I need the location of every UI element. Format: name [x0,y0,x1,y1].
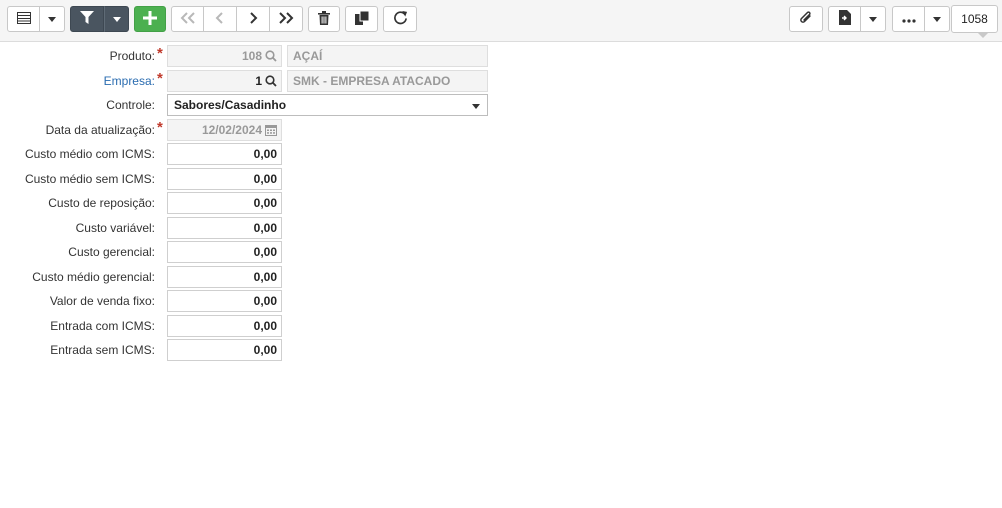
report-icon [838,10,851,28]
cost-row: Entrada sem ICMS: 0,00 [0,339,1002,361]
cost-row: Custo médio gerencial: 0,00 [0,266,1002,288]
copy-button[interactable] [345,6,378,32]
controle-row: Controle: Sabores/Casadinho [0,94,1002,116]
cost-label: Entrada sem ICMS: [50,343,155,357]
cost-label: Custo variável: [75,221,155,235]
grid-view-dropdown[interactable] [40,6,65,32]
cost-input[interactable]: 0,00 [167,339,282,361]
paperclip-icon [799,10,813,28]
filter-dropdown[interactable] [104,6,129,32]
cost-input[interactable]: 0,00 [167,315,282,337]
cost-row: Entrada com ICMS: 0,00 [0,315,1002,337]
first-record-button[interactable] [171,6,204,32]
record-count-badge: 1058 [951,5,998,38]
required-marker: * [157,45,163,62]
refresh-icon [393,10,408,28]
cost-label: Custo médio com ICMS: [24,147,155,161]
calendar-icon[interactable] [265,124,277,136]
chevron-down-icon [48,16,56,22]
controle-value: Sabores/Casadinho [174,98,287,112]
empresa-code-field[interactable]: 1 [167,70,282,92]
required-marker: * [157,70,163,87]
plus-icon [143,10,157,28]
cost-row: Custo médio sem ICMS: 0,00 [0,168,1002,190]
cost-label: Custo médio gerencial: [32,270,155,284]
next-icon [248,11,258,27]
controle-select[interactable]: Sabores/Casadinho [167,94,488,116]
first-icon [180,11,196,27]
cost-label: Custo gerencial: [68,245,155,259]
cost-label: Valor de venda fixo: [49,294,155,308]
empresa-description-field: SMK - EMPRESA ATACADO [287,70,488,92]
copy-icon [354,10,369,28]
report-button[interactable] [828,6,861,32]
produto-description-field: AÇAÍ [287,45,488,67]
required-marker: * [157,119,163,136]
cost-row: Custo variável: 0,00 [0,217,1002,239]
produto-row: Produto: * 108 AÇAÍ [0,45,1002,67]
delete-button[interactable] [308,6,340,32]
grid-icon [16,11,31,27]
report-dropdown[interactable] [861,6,886,32]
next-record-button[interactable] [237,6,270,32]
refresh-button[interactable] [383,6,417,32]
prev-icon [215,11,225,27]
search-icon[interactable] [265,75,277,87]
cost-input[interactable]: 0,00 [167,168,282,190]
grid-view-button[interactable] [7,6,40,32]
empresa-row: Empresa: * 1 SMK - EMPRESA ATACADO [0,70,1002,92]
cost-input[interactable]: 0,00 [167,290,282,312]
empresa-label-link[interactable]: Empresa: [104,74,155,88]
last-record-button[interactable] [270,6,303,32]
cost-input[interactable]: 0,00 [167,143,282,165]
cost-input[interactable]: 0,00 [167,266,282,288]
attachment-button[interactable] [789,6,823,32]
produto-label: Produto: [109,49,155,63]
data-atualizacao-row: Data da atualização: * 12/02/2024 [0,119,1002,141]
empresa-code-value: 1 [255,74,262,88]
cost-label: Custo médio sem ICMS: [24,172,155,186]
chevron-down-icon [869,16,877,22]
cost-label: Custo de reposição: [48,196,155,210]
toolbar: 1058 [0,0,1002,42]
chevron-down-icon [112,16,121,22]
more-options-dropdown[interactable] [925,6,950,32]
cost-input[interactable]: 0,00 [167,241,282,263]
data-atualizacao-value: 12/02/2024 [201,123,262,137]
produto-code-value: 108 [241,49,262,63]
more-options-button[interactable] [892,6,925,32]
controle-label: Controle: [106,98,155,112]
cost-row: Custo de reposição: 0,00 [0,192,1002,214]
prev-record-button[interactable] [204,6,237,32]
cost-row: Valor de venda fixo: 0,00 [0,290,1002,312]
trash-icon [318,10,330,28]
ellipsis-icon [901,12,916,26]
data-atualizacao-label: Data da atualização: [45,123,155,137]
cost-input[interactable]: 0,00 [167,192,282,214]
cost-row: Custo médio com ICMS: 0,00 [0,143,1002,165]
cost-row: Custo gerencial: 0,00 [0,241,1002,263]
chevron-down-icon [933,16,941,22]
search-icon[interactable] [265,50,277,62]
filter-button[interactable] [70,6,104,32]
chevron-down-icon [472,104,480,109]
produto-code-field[interactable]: 108 [167,45,282,67]
add-button[interactable] [134,6,166,32]
data-atualizacao-field[interactable]: 12/02/2024 [167,119,282,141]
filter-icon [80,11,94,27]
last-icon [278,11,294,27]
cost-label: Entrada com ICMS: [50,319,155,333]
cost-input[interactable]: 0,00 [167,217,282,239]
